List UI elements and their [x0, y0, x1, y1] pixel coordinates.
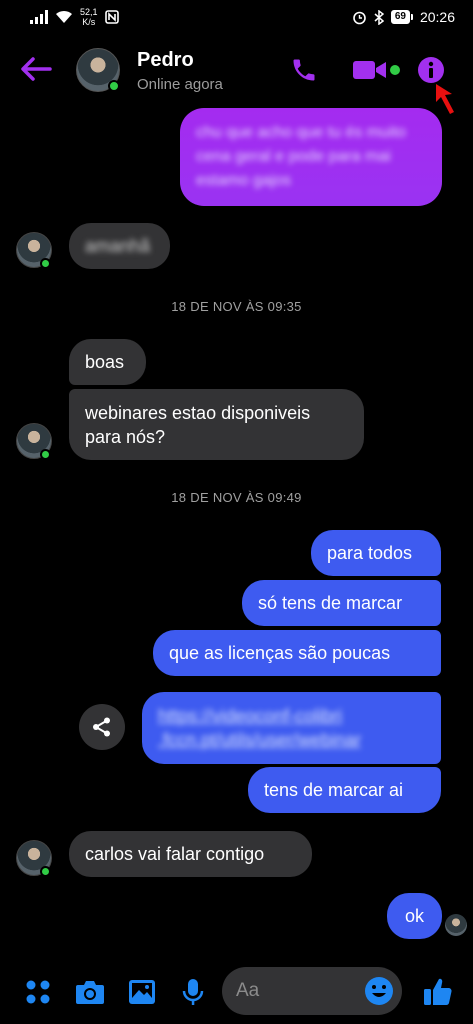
- like-button[interactable]: [422, 976, 454, 1008]
- message-text: boas: [85, 352, 125, 372]
- link-text-line: https://videoconf-colibri: [158, 706, 343, 726]
- camera-icon: [76, 981, 104, 1004]
- timestamp-divider: 18 DE NOV ÀS 09:49: [171, 490, 302, 505]
- message-text: carlos vai falar contigo: [85, 844, 265, 864]
- emoji-icon[interactable]: [364, 976, 394, 1006]
- contact-status: Online agora: [137, 76, 223, 93]
- message-outgoing[interactable]: tens de marcar ai: [248, 767, 441, 813]
- status-bar: 52,1 K/s 69 20:26: [0, 0, 473, 34]
- message-outgoing[interactable]: que as licenças são poucas: [153, 630, 441, 676]
- share-button[interactable]: [79, 704, 125, 750]
- message-input[interactable]: [236, 967, 356, 1015]
- video-camera-icon: [353, 61, 386, 79]
- speed-value: 52,1: [80, 7, 98, 17]
- online-indicator: [108, 80, 120, 92]
- message-text-line: para nós?: [85, 426, 166, 447]
- message-composer: [0, 962, 473, 1024]
- more-actions-button[interactable]: [22, 976, 54, 1008]
- message-text: só tens de marcar: [258, 593, 403, 613]
- conversation-header: Pedro Online agora: [0, 34, 473, 106]
- back-arrow-icon[interactable]: [18, 54, 54, 84]
- wifi-icon: [56, 10, 72, 23]
- message-text: ok: [404, 906, 424, 926]
- image-icon: [129, 980, 155, 1004]
- status-left: 52,1 K/s: [30, 7, 119, 27]
- voice-message-button[interactable]: [177, 976, 209, 1008]
- microphone-icon: [182, 979, 204, 1005]
- message-incoming-blurred[interactable]: amanhã: [69, 223, 170, 269]
- message-text: que as licenças são poucas: [169, 643, 391, 663]
- speed-unit: K/s: [82, 17, 96, 27]
- message-outgoing-link-blurred[interactable]: https://videoconf-colibri .fccn.pt/utils…: [142, 692, 441, 764]
- message-outgoing[interactable]: ok: [387, 893, 442, 939]
- message-incoming[interactable]: boas: [69, 339, 146, 385]
- link-text-line: .fccn.pt/utils/user/webinar: [158, 730, 362, 750]
- thumbs-up-icon: [424, 978, 452, 1006]
- timestamp-divider: 18 DE NOV ÀS 09:35: [171, 299, 302, 314]
- clock: 20:26: [419, 9, 455, 25]
- message-outgoing[interactable]: só tens de marcar: [242, 580, 441, 626]
- bluetooth-icon: [374, 9, 384, 25]
- nfc-icon: [104, 10, 119, 24]
- message-incoming[interactable]: webinares estao disponiveis para nós?: [69, 389, 364, 460]
- network-speed: 52,1 K/s: [80, 7, 98, 27]
- sender-online-indicator: [40, 258, 51, 269]
- video-call-button[interactable]: [350, 54, 390, 86]
- message-incoming[interactable]: carlos vai falar contigo: [69, 831, 312, 877]
- message-text: amanhã: [85, 236, 151, 256]
- sender-online-indicator: [40, 449, 51, 460]
- status-right: 69 20:26: [352, 9, 455, 25]
- voice-call-button[interactable]: [288, 54, 320, 86]
- gallery-button[interactable]: [126, 976, 158, 1008]
- phone-icon: [293, 59, 315, 81]
- message-text-line: webinares estao disponiveis: [85, 402, 311, 423]
- sender-online-indicator: [40, 866, 51, 877]
- message-text: para todos: [327, 543, 413, 563]
- contact-name[interactable]: Pedro: [137, 49, 194, 72]
- read-receipt-avatar: [445, 914, 467, 936]
- red-arrow-pointer-icon: [436, 84, 454, 114]
- message-text: tens de marcar ai: [264, 780, 404, 800]
- battery-indicator: 69: [390, 10, 413, 24]
- message-text: chu que acho que tu és muito cena geral …: [196, 124, 406, 189]
- signal-icon: [30, 10, 48, 24]
- battery-tip: [410, 14, 413, 20]
- camera-button[interactable]: [74, 976, 106, 1008]
- four-dots-icon: [26, 980, 50, 1004]
- share-icon: [93, 717, 110, 737]
- message-outgoing-blurred[interactable]: chu que acho que tu és muito cena geral …: [180, 108, 442, 206]
- battery-level: 69: [390, 10, 410, 24]
- message-outgoing[interactable]: para todos: [311, 530, 441, 576]
- video-online-dot: [390, 65, 400, 75]
- message-input-box[interactable]: [222, 967, 402, 1015]
- alarm-icon: [353, 11, 366, 24]
